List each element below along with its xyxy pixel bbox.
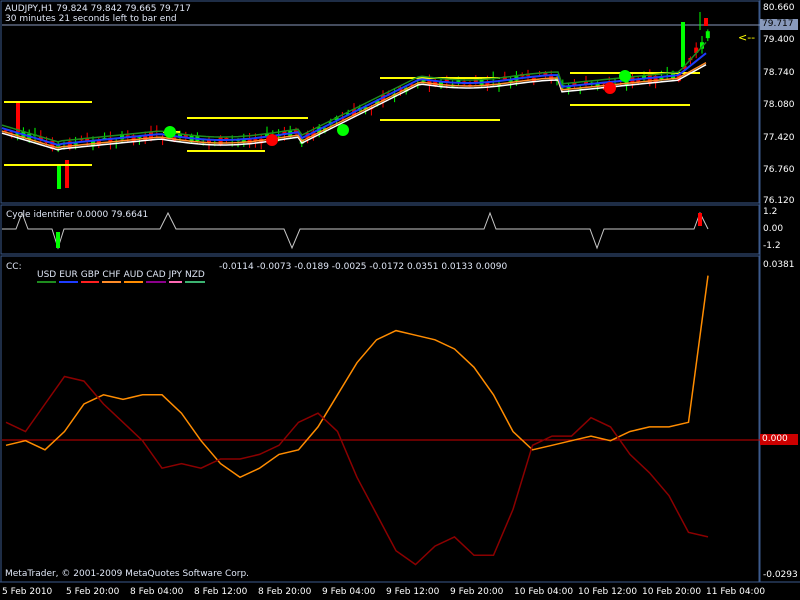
signal-dot	[619, 70, 631, 82]
cc-series	[5, 275, 709, 566]
x-axis-label: 8 Feb 12:00	[194, 587, 248, 597]
x-axis-label: 9 Feb 20:00	[450, 587, 504, 597]
signal-dot	[337, 124, 349, 136]
chart-canvas	[0, 0, 800, 583]
candle-body	[16, 102, 20, 132]
cc-zero-box: 0.000	[760, 434, 798, 445]
x-axis-label: 9 Feb 04:00	[322, 587, 376, 597]
signal-dot	[604, 82, 616, 94]
x-axis-label: 11 Feb 04:00	[706, 587, 766, 597]
cycle-y-label: -1.2	[763, 241, 781, 251]
price-y-label: 77.420	[763, 133, 795, 143]
current-price-box: 79.717	[760, 19, 798, 30]
legend-item: EUR	[59, 270, 78, 283]
cc-series-line	[5, 375, 709, 566]
x-axis-label: 8 Feb 04:00	[130, 587, 184, 597]
candle-body	[704, 18, 708, 26]
bar-timer: 30 minutes 21 seconds left to bar end	[5, 14, 177, 24]
cc-prefix: CC:	[6, 262, 22, 272]
price-y-label: 80.660	[763, 3, 795, 13]
price-y-label: 78.080	[763, 100, 795, 110]
legend-item: AUD	[123, 270, 144, 283]
moving-averages	[1, 41, 707, 151]
ma-fast-line	[1, 41, 707, 143]
price-y-label: 76.120	[763, 196, 795, 206]
x-axis-label: 9 Feb 12:00	[386, 587, 440, 597]
cc-panel-frame	[0, 255, 760, 583]
cycle-title: Cycle identifier 0.0000 79.6641	[6, 210, 149, 220]
price-y-label: 76.760	[763, 165, 795, 175]
cycle-y-label: 0.00	[763, 224, 784, 234]
legend-item: USD	[37, 270, 57, 283]
copyright: MetaTrader, © 2001-2009 MetaQuotes Softw…	[5, 569, 250, 579]
legend-item: CHF	[102, 270, 121, 283]
candle-body	[224, 137, 229, 140]
candle-body	[681, 22, 685, 67]
x-axis-label: 10 Feb 12:00	[578, 587, 638, 597]
x-axis-label: 8 Feb 20:00	[258, 587, 312, 597]
cc-series-line	[5, 275, 709, 479]
cc-y-label: 0.0381	[763, 260, 795, 270]
legend-item: JPY	[168, 270, 183, 283]
legend-item: NZD	[185, 270, 205, 283]
x-axis-label: 5 Feb 2010	[2, 587, 53, 597]
candle-body	[57, 165, 61, 189]
cc-legend: USD EUR GBP CHF AUD CAD JPY NZD	[37, 262, 208, 283]
price-y-label: 78.740	[763, 68, 795, 78]
x-axis-label: 10 Feb 04:00	[514, 587, 574, 597]
price-arrow-marker: <--	[738, 31, 756, 44]
legend-item: GBP	[80, 270, 100, 283]
x-axis-label: 5 Feb 20:00	[66, 587, 120, 597]
candle-body	[705, 31, 710, 39]
signal-dot	[164, 126, 176, 138]
price-y-label: 79.400	[763, 35, 795, 45]
x-axis-label: 10 Feb 20:00	[642, 587, 702, 597]
legend-item: CAD	[146, 270, 166, 283]
candlesticks	[4, 12, 710, 189]
signal-dot	[266, 134, 278, 146]
cc-y-label: -0.0293	[763, 570, 798, 580]
cycle-y-label: 1.2	[763, 207, 778, 217]
ma-mid-line	[1, 52, 707, 146]
cc-values: -0.0114 -0.0073 -0.0189 -0.0025 -0.0172 …	[219, 262, 508, 272]
